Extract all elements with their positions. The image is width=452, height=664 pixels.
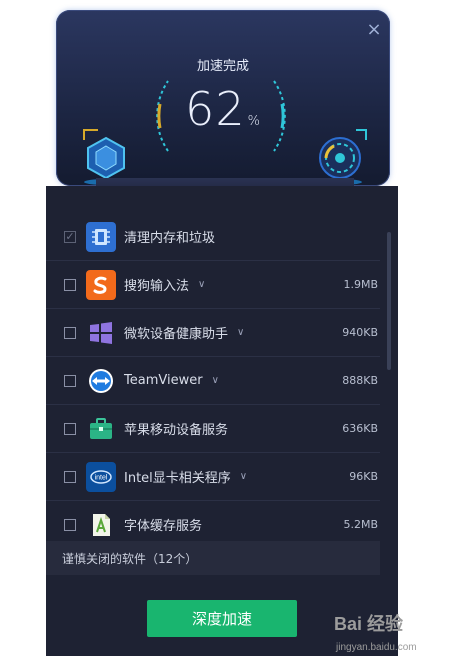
close-button[interactable]: × xyxy=(364,20,384,40)
percent-sign: % xyxy=(247,114,261,129)
watermark-main: Bai 经验 xyxy=(334,614,404,634)
memory-chip-icon xyxy=(86,221,116,252)
hexagon-cube-icon xyxy=(83,129,128,185)
font-file-icon xyxy=(86,510,116,540)
status-text: 加速完成 xyxy=(196,59,249,74)
item-name: 字体缓存服务 xyxy=(124,519,203,534)
list-item-memory-cleanup[interactable]: ✓ 清理内存和垃圾 xyxy=(46,213,380,261)
item-checkbox[interactable] xyxy=(64,374,76,387)
deep-accelerate-button[interactable]: 深度加速 xyxy=(147,600,297,637)
process-list-panel: ✓ 清理内存和垃圾 搜狗输入法 ∨ 1.9MB 微软设备健康助手 ∨ 940KB… xyxy=(46,186,398,656)
watermark-sub: jingyan.baidu.com xyxy=(336,642,417,653)
item-size: 96KB xyxy=(349,470,378,483)
item-name: 清理内存和垃圾 xyxy=(124,231,216,246)
baidu-watermark: Bai 经验 jingyan.baidu.com xyxy=(334,606,444,662)
list-scrollbar[interactable] xyxy=(387,232,391,370)
list-item-apple-mobile[interactable]: 苹果移动设备服务 636KB xyxy=(46,405,380,453)
percent-value: 62 xyxy=(185,82,246,136)
speedup-header: × 加速完成 62% xyxy=(56,10,390,186)
item-size: 940KB xyxy=(342,326,378,339)
item-checkbox[interactable] xyxy=(64,326,76,339)
item-size: 636KB xyxy=(342,422,378,435)
list-item-content: ✓ 清理内存和垃圾 xyxy=(46,213,380,260)
item-name: 微软设备健康助手 xyxy=(124,327,229,342)
item-size: 1.9MB xyxy=(343,278,378,291)
caution-note[interactable]: 谨慎关闭的软件（12个） xyxy=(46,541,380,575)
item-name: Intel显卡相关程序 xyxy=(124,471,231,486)
radar-ring-icon xyxy=(318,129,367,185)
item-checkbox[interactable] xyxy=(64,470,76,483)
intel-icon: intel xyxy=(86,461,116,492)
windows-icon xyxy=(86,318,116,348)
list-item-content: 苹果移动设备服务 636KB xyxy=(46,405,380,452)
item-size: 5.2MB xyxy=(343,518,378,531)
item-size: 888KB xyxy=(342,374,378,387)
list-item-ms-health[interactable]: 微软设备健康助手 ∨ 940KB xyxy=(46,309,380,357)
list-item-content: TeamViewer ∨ 888KB xyxy=(46,357,380,404)
close-icon[interactable]: × xyxy=(366,19,381,40)
list-item-sogou[interactable]: 搜狗输入法 ∨ 1.9MB xyxy=(46,261,380,309)
item-checkbox[interactable] xyxy=(64,422,76,435)
toolbox-icon xyxy=(86,414,116,444)
svg-text:intel: intel xyxy=(95,474,108,481)
chevron-down-icon[interactable]: ∨ xyxy=(237,327,244,338)
list-item-content: 微软设备健康助手 ∨ 940KB xyxy=(46,309,380,356)
item-name: 苹果移动设备服务 xyxy=(124,423,229,438)
item-name: TeamViewer xyxy=(124,373,203,388)
list-item-intel[interactable]: intel Intel显卡相关程序 ∨ 96KB xyxy=(46,453,380,501)
item-checkbox[interactable]: ✓ xyxy=(64,230,76,243)
chevron-down-icon[interactable]: ∨ xyxy=(212,375,219,386)
chevron-down-icon[interactable]: ∨ xyxy=(240,471,247,482)
list-item-content: 搜狗输入法 ∨ 1.9MB xyxy=(46,261,380,308)
item-checkbox[interactable] xyxy=(64,518,76,531)
list-item-teamviewer[interactable]: TeamViewer ∨ 888KB xyxy=(46,357,380,405)
teamviewer-icon xyxy=(86,366,116,396)
sogou-icon xyxy=(86,269,116,300)
chevron-down-icon[interactable]: ∨ xyxy=(198,279,205,290)
list-item-content: intel Intel显卡相关程序 ∨ 96KB xyxy=(46,453,380,500)
process-list: ✓ 清理内存和垃圾 搜狗输入法 ∨ 1.9MB 微软设备健康助手 ∨ 940KB… xyxy=(46,186,380,549)
check-mark-icon: ✓ xyxy=(65,230,75,243)
item-checkbox[interactable] xyxy=(64,278,76,291)
item-name: 搜狗输入法 xyxy=(124,279,190,294)
